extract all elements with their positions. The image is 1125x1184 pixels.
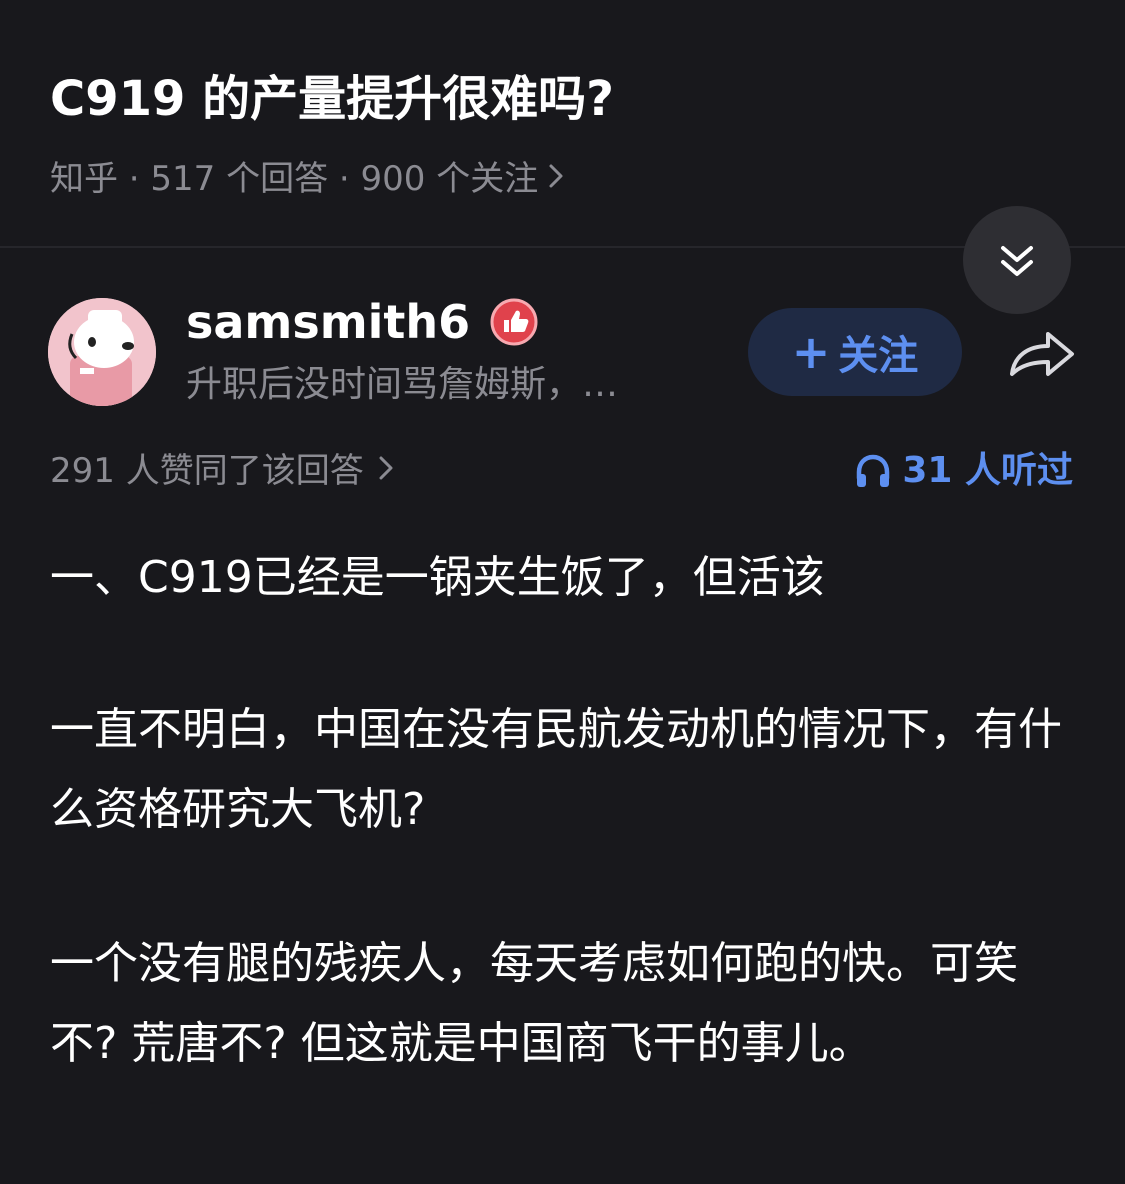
listen-button[interactable]: 31 人听过 <box>854 446 1073 496</box>
question-meta-text: 知乎 · 517 个回答 · 900 个关注 <box>50 159 539 199</box>
collapse-button[interactable] <box>963 206 1071 314</box>
double-chevron-down-icon <box>1001 246 1033 276</box>
answer-paragraph-1: 一、C919已经是一锅夹生饭了，但活该 <box>50 552 825 603</box>
headphones-icon <box>857 454 890 487</box>
chevron-right-icon <box>548 154 564 204</box>
answer-paragraph-2: 一直不明白，中国在没有民航发动机的情况下，有什么资格研究大飞机? <box>50 704 1062 835</box>
question-title[interactable]: C919 的产量提升很难吗? <box>50 66 614 132</box>
author-bio: 升职后没时间骂詹姆斯，… <box>186 364 619 405</box>
share-button[interactable] <box>1006 322 1078 382</box>
avatar[interactable] <box>48 298 156 406</box>
plus-icon: + <box>791 325 831 379</box>
share-arrow-icon <box>1010 332 1074 376</box>
question-meta[interactable]: 知乎 · 517 个回答 · 900 个关注 <box>50 154 564 204</box>
votes-link[interactable]: 291 人赞同了该回答 <box>50 446 394 496</box>
divider <box>0 246 1125 248</box>
author-name[interactable]: samsmith6 <box>186 292 470 352</box>
listen-count: 31 人听过 <box>902 450 1073 491</box>
follow-label: 关注 <box>838 333 919 379</box>
chevron-right-icon <box>378 446 394 496</box>
avatar-image <box>48 298 156 406</box>
votes-text: 291 人赞同了该回答 <box>50 451 364 491</box>
follow-button[interactable]: + 关注 <box>748 308 962 396</box>
thumbs-up-badge-icon <box>490 298 538 346</box>
answer-paragraph-3: 一个没有腿的残疾人，每天考虑如何跑的快。可笑不? 荒唐不? 但这就是中国商飞干的… <box>50 938 1018 1069</box>
